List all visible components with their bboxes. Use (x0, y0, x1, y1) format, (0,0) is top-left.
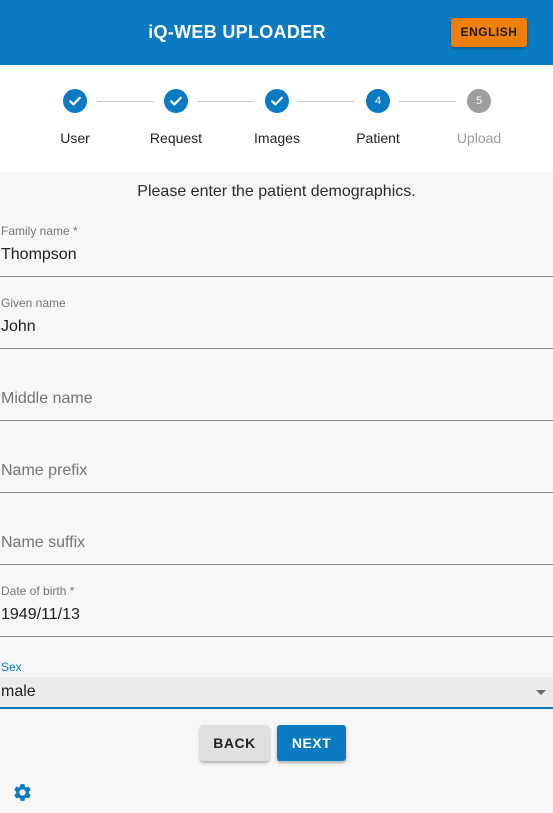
middle-name-field[interactable]: Middle name (0, 368, 553, 421)
date-of-birth-label: Date of birth * (1, 584, 75, 598)
family-name-label: Family name * (1, 224, 78, 238)
step-connector (197, 101, 254, 102)
step-upload-indicator: 5 (467, 89, 491, 113)
sex-selected-value: male (1, 683, 36, 700)
step-connector (298, 101, 355, 102)
step-connector (97, 101, 154, 102)
step-request-indicator (164, 89, 188, 113)
name-suffix-input[interactable]: Name suffix (1, 534, 85, 552)
form-instruction: Please enter the patient demographics. (137, 183, 416, 200)
step-patient-label: Patient (356, 130, 400, 146)
name-suffix-field[interactable]: Name suffix (0, 512, 553, 565)
next-button[interactable]: NEXT (277, 725, 346, 761)
back-button[interactable]: BACK (200, 725, 269, 761)
step-request-label: Request (149, 130, 203, 146)
date-of-birth-input[interactable]: 1949/11/13 (1, 606, 80, 624)
family-name-input[interactable]: Thompson (1, 246, 77, 264)
middle-name-input[interactable]: Middle name (1, 390, 93, 408)
sex-field: Sex male (0, 660, 553, 709)
check-icon (69, 96, 81, 106)
check-icon (271, 96, 283, 106)
language-button[interactable]: ENGLISH (451, 18, 527, 47)
app-title: iQ-WEB UPLOADER (148, 22, 326, 42)
name-prefix-field[interactable]: Name prefix (0, 440, 553, 493)
step-patient-indicator: 4 (366, 89, 390, 113)
step-upload-label: Upload (456, 130, 502, 146)
app-header: iQ-WEB UPLOADER ENGLISH (0, 0, 553, 65)
step-images-label: Images (254, 130, 300, 146)
gear-icon[interactable] (12, 782, 33, 803)
dropdown-arrow-icon (536, 690, 546, 695)
sex-select[interactable]: male (0, 677, 553, 709)
sex-label: Sex (1, 660, 22, 674)
check-icon (170, 96, 182, 106)
step-user-indicator (63, 89, 87, 113)
given-name-input[interactable]: John (1, 318, 36, 336)
progress-stepper: 4 5 User Request Images Patient Upload (0, 65, 553, 172)
step-connector (399, 101, 456, 102)
name-prefix-input[interactable]: Name prefix (1, 462, 87, 480)
date-of-birth-field[interactable]: Date of birth * 1949/11/13 (0, 584, 553, 637)
family-name-field[interactable]: Family name * Thompson (0, 224, 553, 277)
step-images-indicator (265, 89, 289, 113)
step-user-label: User (60, 130, 90, 146)
given-name-label: Given name (1, 296, 66, 310)
given-name-field[interactable]: Given name John (0, 296, 553, 349)
